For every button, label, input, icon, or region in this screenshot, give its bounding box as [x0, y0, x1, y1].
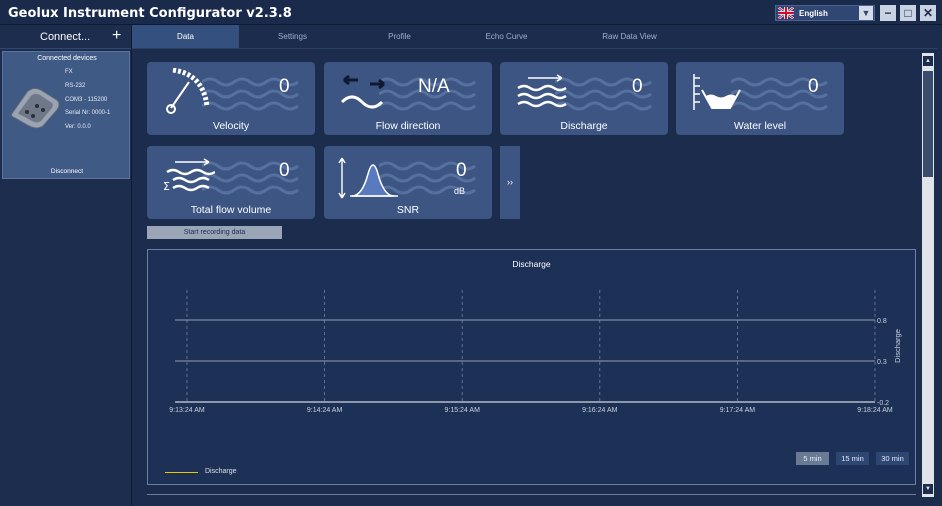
- start-recording-button[interactable]: Start recording data: [147, 226, 282, 239]
- window-border: [937, 25, 942, 506]
- total-flow-volume-tile: Σ 0 Total flow volume: [147, 146, 315, 219]
- velocity-tile: 0 Velocity: [147, 62, 315, 135]
- velocity-label: Velocity: [212, 120, 250, 132]
- flow-direction-value: N/A: [418, 76, 450, 97]
- connected-devices-title: Connected devices: [37, 55, 97, 62]
- snr-tile: 0 dB SNR: [324, 146, 492, 219]
- water-level-icon: [693, 74, 741, 110]
- device-version: Ver: 0.0.0: [65, 124, 91, 130]
- wave-background-icon: [731, 77, 828, 111]
- legend-swatch: [165, 472, 198, 473]
- minimize-button[interactable]: −: [880, 5, 896, 21]
- tab-echo-curve[interactable]: Echo Curve: [453, 25, 560, 48]
- snr-unit: dB: [454, 186, 466, 196]
- vertical-scrollbar[interactable]: ▲ ▼: [922, 53, 934, 497]
- connect-label[interactable]: Connect...: [40, 31, 90, 43]
- tab-raw-data-view[interactable]: Raw Data View: [576, 25, 683, 48]
- x-tick-label: 9:18:24 AM: [857, 407, 893, 414]
- flow-direction-label: Flow direction: [375, 120, 441, 132]
- x-tick-label: 9:17:24 AM: [720, 407, 756, 414]
- wave-background-icon: [555, 77, 652, 111]
- y-tick-label: -0.2: [877, 400, 889, 407]
- expand-tiles-button[interactable]: ››: [500, 146, 520, 219]
- water-level-label: Water level: [733, 120, 787, 132]
- x-tick-label: 9:16:24 AM: [582, 407, 618, 414]
- flow-direction-tile: N/A Flow direction: [324, 62, 492, 135]
- app-title: Geolux Instrument Configurator v2.3.8: [8, 6, 292, 21]
- discharge-tile: 0 Discharge: [500, 62, 668, 135]
- scroll-down-icon[interactable]: ▼: [923, 484, 933, 494]
- uk-flag-icon: [778, 7, 794, 19]
- title-bar: Geolux Instrument Configurator v2.3.8 En…: [0, 0, 942, 25]
- total-flow-volume-value: 0: [279, 160, 290, 181]
- flow-direction-icon: [340, 74, 385, 109]
- scroll-thumb[interactable]: [923, 71, 933, 177]
- x-tick-label: 9:15:24 AM: [444, 407, 480, 414]
- y-axis-label: Discharge: [893, 329, 902, 363]
- discharge-value: 0: [632, 76, 643, 97]
- chevron-down-icon[interactable]: ▼: [859, 6, 873, 20]
- y-tick-label: 0.3: [877, 359, 887, 366]
- tab-data[interactable]: Data: [132, 25, 239, 48]
- legend-label: Discharge: [205, 468, 237, 475]
- maximize-button[interactable]: □: [900, 5, 916, 21]
- water-level-tile: 0 Water level: [676, 62, 844, 135]
- bottom-panel: [147, 494, 916, 506]
- range-5-min-button[interactable]: 5 min: [796, 452, 829, 465]
- device-image-icon: [10, 87, 60, 129]
- sidebar: Connect... + Connected devices FX RS-232…: [0, 25, 132, 506]
- device-model: FX: [65, 69, 73, 75]
- total-flow-volume-label: Total flow volume: [190, 204, 272, 216]
- snr-label: SNR: [396, 204, 420, 216]
- speedometer-icon: [166, 68, 210, 114]
- device-interface: RS-232: [65, 83, 86, 89]
- discharge-icon: [517, 74, 567, 108]
- close-button[interactable]: ✕: [920, 5, 936, 21]
- language-select[interactable]: English ▼: [775, 5, 875, 21]
- disconnect-button[interactable]: Disconnect: [3, 168, 131, 175]
- y-tick-label: 0.8: [877, 318, 887, 325]
- x-tick-label: 9:13:24 AM: [169, 407, 205, 414]
- range-30-min-button[interactable]: 30 min: [876, 452, 909, 465]
- tab-profile[interactable]: Profile: [346, 25, 453, 48]
- wave-background-icon: [202, 77, 299, 111]
- discharge-chart: 9:13:24 AM 9:14:24 AM 9:15:24 AM 9:16:24 AM…: [169, 290, 902, 414]
- tab-settings[interactable]: Settings: [239, 25, 346, 48]
- plus-icon[interactable]: +: [112, 27, 121, 45]
- snr-value: 0: [456, 160, 467, 181]
- wave-background-icon: [202, 161, 299, 195]
- connect-row[interactable]: Connect... +: [0, 25, 131, 49]
- device-card[interactable]: Connected devices FX RS-232 COM3 - 11520…: [2, 51, 130, 179]
- velocity-value: 0: [279, 76, 290, 97]
- language-label: English: [799, 8, 828, 18]
- x-tick-label: 9:14:24 AM: [307, 407, 343, 414]
- total-flow-icon: Σ: [163, 158, 215, 192]
- scroll-up-icon[interactable]: ▲: [923, 56, 933, 66]
- discharge-label: Discharge: [560, 120, 608, 132]
- discharge-chart-panel: Discharge 9:13:24 AM 9:14:24 AM 9:15:24 AM…: [147, 249, 916, 485]
- device-port: COM3 - 115200: [65, 97, 108, 103]
- device-serial: Serial Nr: 0000-1: [65, 110, 111, 116]
- water-level-value: 0: [808, 76, 819, 97]
- tab-bar: Data Settings Profile Echo Curve Raw Dat…: [132, 25, 942, 49]
- snr-icon: [338, 157, 398, 199]
- svg-text:Σ: Σ: [163, 180, 170, 192]
- range-15-min-button[interactable]: 15 min: [836, 452, 869, 465]
